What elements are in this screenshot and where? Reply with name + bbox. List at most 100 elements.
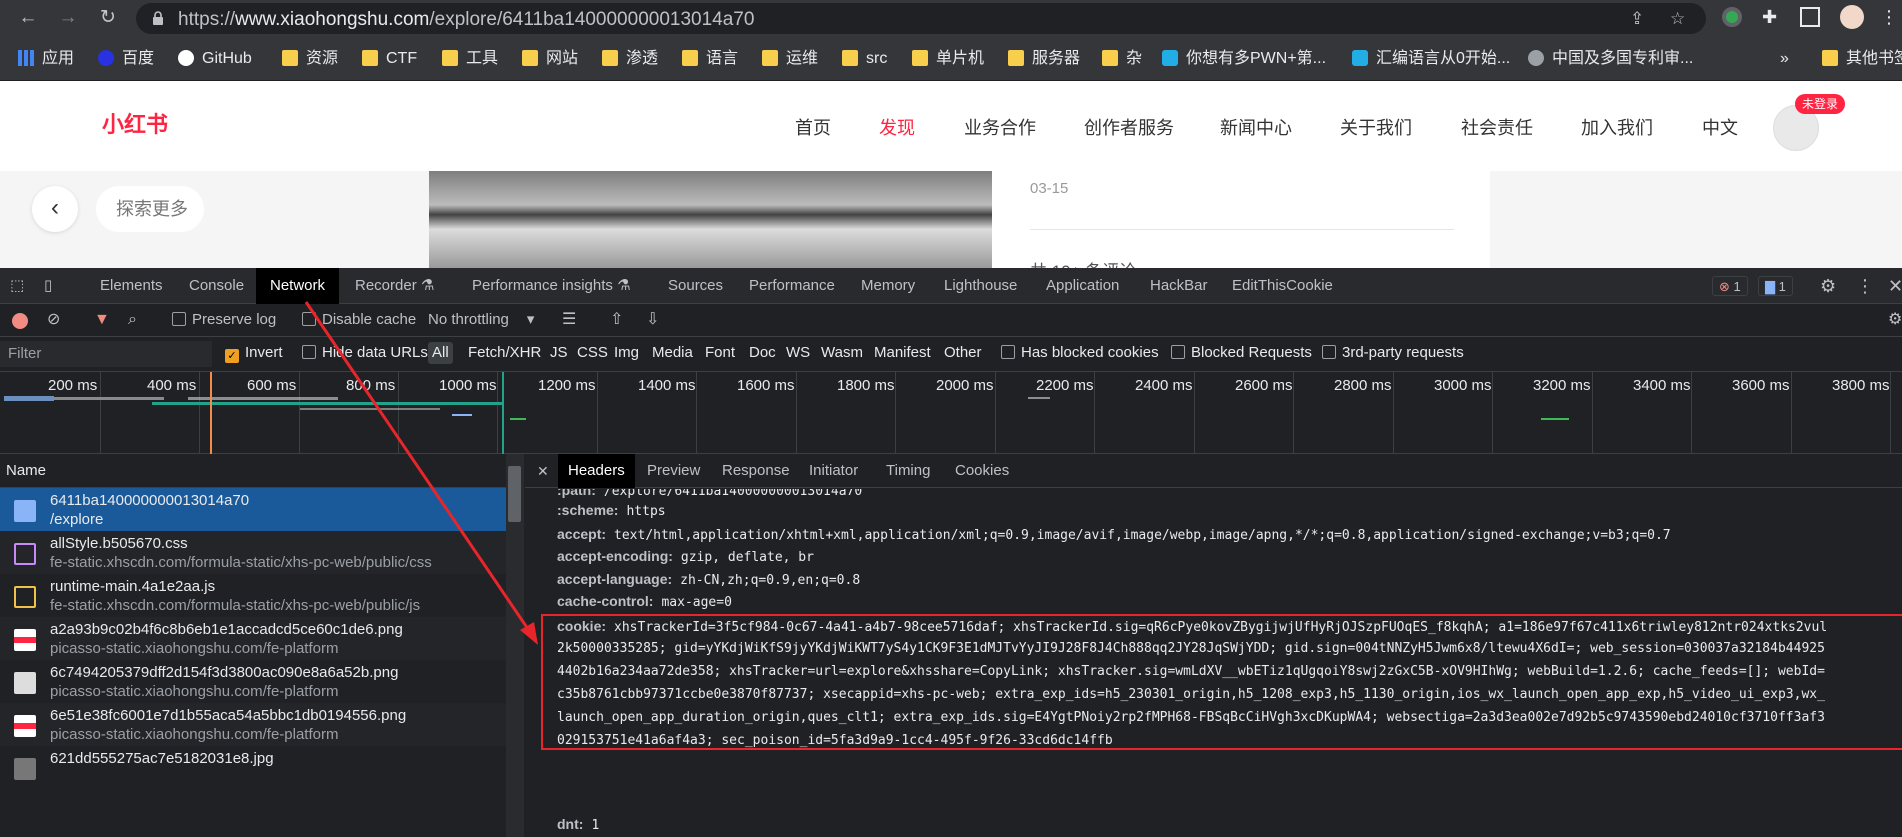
nav-news[interactable]: 新闻中心 [1220, 114, 1292, 140]
invert-checkbox[interactable]: ✓ Invert [225, 344, 283, 363]
search-icon[interactable]: ⌕ [128, 311, 137, 329]
settings-gear-icon[interactable]: ⚙ [1820, 268, 1836, 304]
network-conditions-icon[interactable]: ☰ [562, 311, 576, 329]
device-toolbar-icon[interactable]: ▯ [44, 268, 64, 304]
nav-business[interactable]: 业务合作 [964, 114, 1036, 140]
login-badge[interactable]: 未登录 [1795, 94, 1846, 114]
error-count-badge[interactable]: ⊗ 1 [1712, 276, 1748, 296]
inspect-element-icon[interactable]: ⬚ [10, 268, 30, 304]
type-filter-js[interactable]: JS [550, 344, 568, 362]
type-filter-xhr[interactable]: Fetch/XHR [468, 344, 541, 362]
bookmark-star-icon[interactable]: ☆ [1670, 9, 1685, 29]
share-icon[interactable]: ⇪ [1630, 9, 1644, 29]
nav-about[interactable]: 关于我们 [1340, 114, 1412, 140]
explore-more-button[interactable]: 探索更多 [96, 186, 204, 232]
menu-dots-icon[interactable]: ⋮ [1880, 7, 1900, 27]
devtools-menu-icon[interactable]: ⋮ [1856, 268, 1874, 304]
tab-initiator[interactable]: Initiator [809, 454, 858, 488]
close-devtools-icon[interactable]: ✕ [1888, 268, 1902, 304]
tab-editthiscookie[interactable]: EditThisCookie [1232, 268, 1333, 304]
type-filter-css[interactable]: CSS [577, 344, 608, 362]
back-button[interactable]: ‹ [32, 186, 78, 232]
scrollbar-thumb[interactable] [508, 466, 521, 522]
tab-headers[interactable]: Headers [558, 454, 635, 488]
bookmark-apps[interactable]: 应用 [18, 49, 74, 69]
disable-cache-checkbox[interactable]: Disable cache [302, 311, 416, 329]
bookmark-folder[interactable]: 渗透 [602, 49, 658, 69]
filter-funnel-icon[interactable]: ▼ [94, 311, 110, 329]
name-column-header[interactable]: Name [0, 454, 506, 488]
message-count-badge[interactable]: ▇ 1 [1758, 276, 1793, 296]
nav-explore[interactable]: 发现 [879, 114, 915, 140]
bookmark-baidu[interactable]: 百度 [98, 49, 154, 69]
tab-cookies[interactable]: Cookies [955, 454, 1009, 488]
reload-icon[interactable]: ↻ [96, 6, 120, 30]
type-filter-doc[interactable]: Doc [749, 344, 776, 362]
request-row[interactable]: 6e51e38fc6001e7d1b55aca54a5bbc1db0194556… [0, 703, 506, 746]
type-filter-font[interactable]: Font [705, 344, 735, 362]
nav-responsibility[interactable]: 社会责任 [1461, 114, 1533, 140]
bookmark-folder[interactable]: src [842, 49, 887, 69]
tab-timing[interactable]: Timing [886, 454, 930, 488]
request-row[interactable]: runtime-main.4a1e2aa.js fe-static.xhscdn… [0, 574, 506, 617]
side-panel-icon[interactable] [1800, 7, 1820, 27]
tab-preview[interactable]: Preview [647, 454, 700, 488]
tab-lighthouse[interactable]: Lighthouse [944, 268, 1017, 304]
nav-home[interactable]: 首页 [795, 114, 831, 140]
has-blocked-cookies-checkbox[interactable]: Has blocked cookies [1001, 344, 1159, 362]
export-har-icon[interactable]: ⇩ [646, 311, 659, 329]
bookmark-folder[interactable]: 语言 [682, 49, 738, 69]
address-bar[interactable]: https://www.xiaohongshu.com/explore/6411… [136, 3, 1706, 34]
throttling-select[interactable]: No throttling ▾ [428, 311, 534, 329]
blocked-requests-checkbox[interactable]: Blocked Requests [1171, 344, 1312, 362]
type-filter-all[interactable]: All [428, 342, 453, 364]
network-overview-timeline[interactable]: 200 ms 400 ms 600 ms 800 ms 1000 ms 1200… [0, 372, 1902, 454]
bookmark-github[interactable]: GitHub [178, 49, 252, 69]
bookmarks-overflow-button[interactable]: » [1780, 49, 1789, 69]
extension-green-icon[interactable] [1722, 7, 1742, 27]
request-row[interactable]: 6c7494205379dff2d154f3d3800ac090e8a6a52b… [0, 660, 506, 703]
puzzle-icon[interactable]: ✚ [1762, 7, 1782, 27]
bookmark-folder[interactable]: CTF [362, 49, 417, 69]
nav-creator[interactable]: 创作者服务 [1084, 114, 1174, 140]
clear-icon[interactable]: ⊘ [47, 311, 60, 329]
tab-memory[interactable]: Memory [861, 268, 915, 304]
tab-response[interactable]: Response [722, 454, 790, 488]
network-settings-icon[interactable]: ⚙ [1888, 311, 1902, 329]
nav-join[interactable]: 加入我们 [1581, 114, 1653, 140]
type-filter-img[interactable]: Img [614, 344, 639, 362]
site-logo[interactable]: 小红书 [102, 107, 168, 139]
forward-arrow-icon[interactable]: → [56, 6, 80, 30]
record-icon[interactable] [12, 313, 28, 329]
hide-data-urls-checkbox[interactable]: Hide data URLs [302, 344, 428, 362]
tab-network[interactable]: Network [256, 268, 340, 304]
nav-language[interactable]: 中文 [1702, 114, 1738, 140]
tab-performance-insights[interactable]: Performance insights ⚗ [472, 268, 631, 304]
type-filter-other[interactable]: Other [944, 344, 982, 362]
type-filter-wasm[interactable]: Wasm [821, 344, 863, 362]
request-row[interactable]: a2a93b9c02b4f6c8b6eb1e1accadcd5ce60c1de6… [0, 617, 506, 660]
filter-input[interactable]: Filter [0, 341, 212, 367]
bookmark-folder[interactable]: 服务器 [1008, 49, 1080, 69]
bookmark-folder[interactable]: 杂 [1102, 49, 1142, 69]
type-filter-ws[interactable]: WS [786, 344, 810, 362]
bookmark-folder[interactable]: 资源 [282, 49, 338, 69]
tab-hackbar[interactable]: HackBar [1150, 268, 1208, 304]
bookmark-folder[interactable]: 网站 [522, 49, 578, 69]
third-party-checkbox[interactable]: 3rd-party requests [1322, 344, 1464, 362]
request-row[interactable]: 621dd555275ac7e5182031e8.jpg [0, 746, 506, 789]
import-har-icon[interactable]: ⇧ [610, 311, 623, 329]
bookmark-folder[interactable]: 单片机 [912, 49, 984, 69]
tab-recorder[interactable]: Recorder ⚗ [355, 268, 434, 304]
type-filter-media[interactable]: Media [652, 344, 693, 362]
tab-elements[interactable]: Elements [100, 268, 163, 304]
tab-performance[interactable]: Performance [749, 268, 835, 304]
preserve-log-checkbox[interactable]: Preserve log [172, 311, 276, 329]
bookmark-other[interactable]: 其他书签 [1822, 49, 1902, 69]
bookmark-globe[interactable]: 中国及多国专利审... [1528, 49, 1693, 69]
bookmark-folder[interactable]: 运维 [762, 49, 818, 69]
request-row[interactable]: allStyle.b505670.css fe-static.xhscdn.co… [0, 531, 506, 574]
tab-sources[interactable]: Sources [668, 268, 723, 304]
back-arrow-icon[interactable]: ← [16, 6, 40, 30]
bookmark-bilibili[interactable]: 你想有多PWN+第... [1162, 49, 1326, 69]
